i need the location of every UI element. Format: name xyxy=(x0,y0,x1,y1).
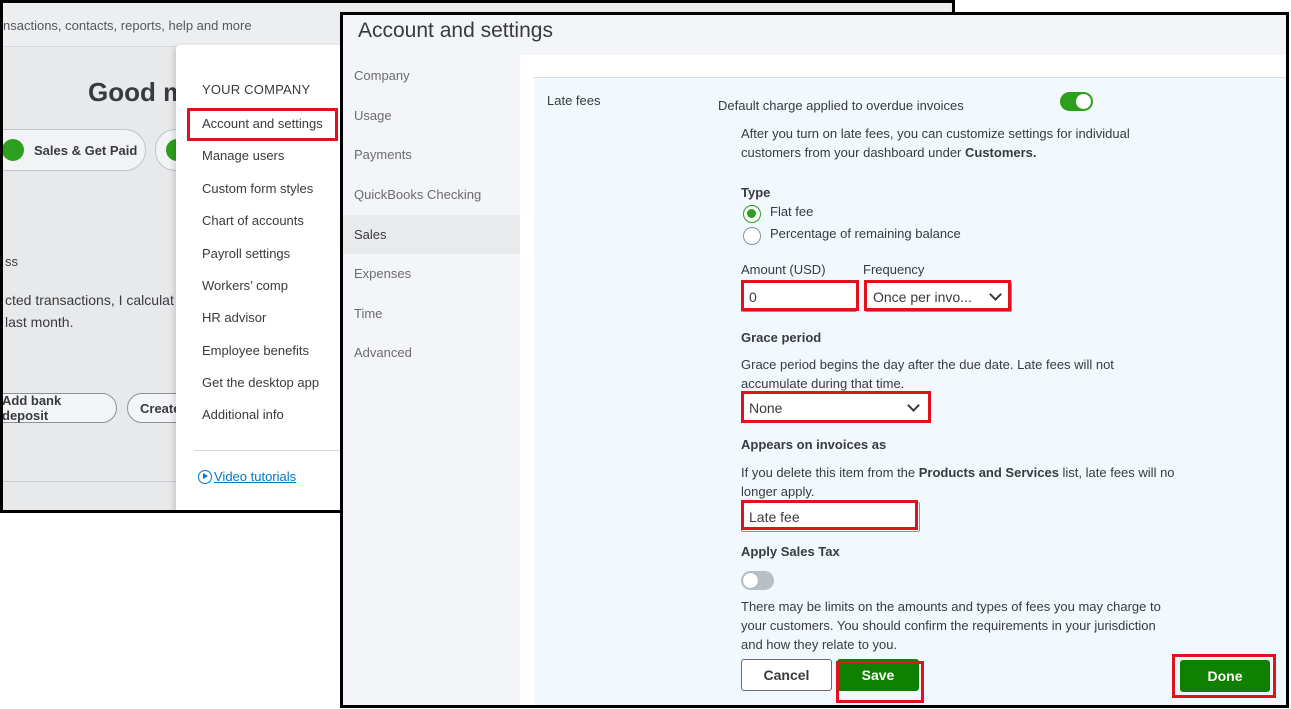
menu-item-additional-info[interactable]: Additional info xyxy=(202,407,284,422)
menu-item-payroll-settings[interactable]: Payroll settings xyxy=(202,246,290,261)
nav-payments[interactable]: Payments xyxy=(343,135,520,174)
flat-fee-radio[interactable] xyxy=(743,205,761,223)
grace-period-select[interactable]: None xyxy=(741,393,930,423)
play-icon xyxy=(198,469,212,484)
toggle-knob xyxy=(1076,94,1091,109)
products-services-text: Products and Services xyxy=(918,465,1059,480)
apply-sales-tax-label: Apply Sales Tax xyxy=(741,544,840,559)
chevron-down-icon xyxy=(989,288,1002,301)
add-bank-deposit-label: Add bank deposit xyxy=(2,393,62,423)
nav-time[interactable]: Time xyxy=(343,294,520,333)
toggle-knob xyxy=(743,573,758,588)
menu-item-hr-advisor[interactable]: HR advisor xyxy=(202,310,266,325)
menu-item-custom-form-styles[interactable]: Custom form styles xyxy=(202,181,313,196)
settings-nav: Company Usage Payments QuickBooks Checki… xyxy=(343,55,520,705)
menu-item-chart-of-accounts[interactable]: Chart of accounts xyxy=(202,213,304,228)
appears-label: Appears on invoices as xyxy=(741,437,887,452)
nav-expenses[interactable]: Expenses xyxy=(343,254,520,293)
nav-advanced[interactable]: Advanced xyxy=(343,333,520,372)
late-fees-label: Late fees xyxy=(547,93,601,108)
grace-period-value: None xyxy=(749,400,783,416)
menu-item-account-settings[interactable]: Account and settings xyxy=(202,116,323,131)
late-fees-toggle[interactable] xyxy=(1060,92,1093,111)
nav-usage[interactable]: Usage xyxy=(343,96,520,135)
late-fees-toggle-label: Default charge applied to overdue invoic… xyxy=(718,98,964,113)
late-fees-panel: Late fees Default charge applied to over… xyxy=(534,77,1286,705)
sales-get-paid-pill[interactable]: Sales & Get Paid xyxy=(3,129,146,171)
sales-tax-toggle[interactable] xyxy=(741,571,774,590)
cancel-button[interactable]: Cancel xyxy=(741,659,832,691)
video-tutorials-label: Video tutorials xyxy=(214,469,297,484)
nav-company[interactable]: Company xyxy=(343,56,520,95)
menu-item-workers-comp[interactable]: Workers’ comp xyxy=(202,278,288,293)
sales-icon xyxy=(3,139,24,161)
appears-help-pre: If you delete this item from the xyxy=(741,465,919,480)
amount-input[interactable]: 0 xyxy=(741,282,857,312)
done-button[interactable]: Done xyxy=(1180,660,1270,692)
your-company-heading: YOUR COMPANY xyxy=(202,82,311,97)
fees-disclaimer: There may be limits on the amounts and t… xyxy=(741,599,1161,652)
video-tutorials-link[interactable]: Video tutorials xyxy=(198,469,296,484)
type-label: Type xyxy=(741,185,771,200)
frequency-label: Frequency xyxy=(863,262,925,277)
menu-item-employee-benefits[interactable]: Employee benefits xyxy=(202,343,309,358)
percentage-radio[interactable] xyxy=(743,227,761,245)
sales-get-paid-label: Sales & Get Paid xyxy=(34,142,138,158)
add-bank-deposit-button[interactable]: Add bank deposit xyxy=(2,393,117,423)
frequency-value: Once per invo... xyxy=(873,289,972,305)
dashboard-greeting: Good m xyxy=(88,77,187,107)
create-label: Create xyxy=(140,400,181,416)
amount-label: Amount (USD) xyxy=(741,262,826,277)
percentage-label: Percentage of remaining balance xyxy=(770,226,961,241)
gear-menu: YOUR COMPANY Account and settings Manage… xyxy=(176,45,356,510)
appears-help: If you delete this item from the Product… xyxy=(741,463,1181,501)
intro-text: After you turn on late fees, you can cus… xyxy=(741,126,1130,160)
nav-quickbooks-checking[interactable]: QuickBooks Checking xyxy=(343,175,520,214)
insight-text: cted transactions, I calculat last month… xyxy=(5,292,174,330)
settings-content: Late fees Default charge applied to over… xyxy=(520,55,1286,705)
grace-period-label: Grace period xyxy=(741,330,822,345)
appears-input[interactable]: Late fee xyxy=(741,502,920,532)
late-fees-intro: After you turn on late fees, you can cus… xyxy=(741,124,1161,162)
settings-title-bar: Account and settings xyxy=(343,15,1286,55)
settings-window: Account and settings Company Usage Payme… xyxy=(340,12,1289,708)
save-button[interactable]: Save xyxy=(837,659,919,691)
grace-period-help: Grace period begins the day after the du… xyxy=(741,357,1114,391)
settings-title: Account and settings xyxy=(358,19,553,42)
nav-sales[interactable]: Sales xyxy=(343,215,520,254)
divider xyxy=(3,481,178,482)
search-placeholder: nsactions, contacts, reports, help and m… xyxy=(3,18,252,33)
menu-divider xyxy=(194,450,354,451)
chevron-down-icon xyxy=(907,399,920,412)
section-label: ss xyxy=(5,254,18,269)
frequency-select[interactable]: Once per invo... xyxy=(865,282,1012,312)
menu-item-desktop-app[interactable]: Get the desktop app xyxy=(202,375,319,390)
customers-link-text: Customers. xyxy=(965,145,1037,160)
flat-fee-label: Flat fee xyxy=(770,204,814,219)
menu-item-manage-users[interactable]: Manage users xyxy=(202,148,284,163)
